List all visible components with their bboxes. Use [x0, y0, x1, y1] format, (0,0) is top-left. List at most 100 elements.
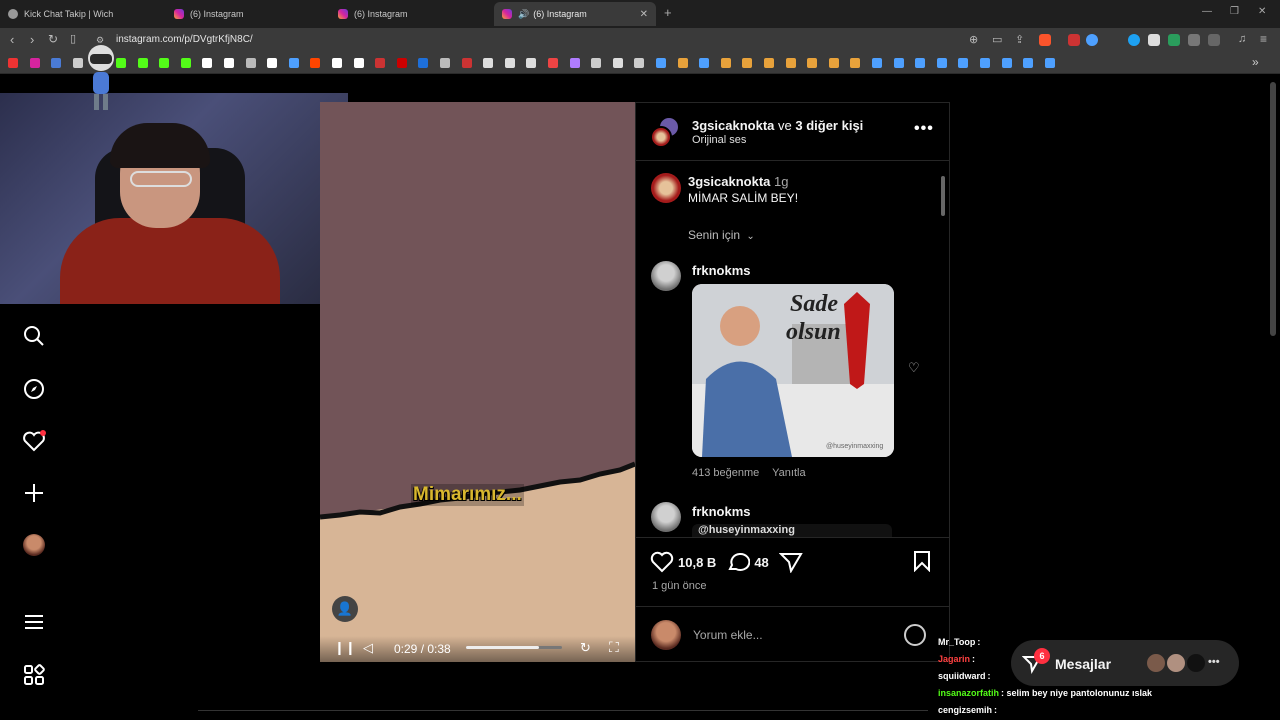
bookmark-icon[interactable] — [958, 58, 969, 68]
video-progress-bar[interactable] — [466, 646, 562, 649]
tab-instagram-active[interactable]: 🔊 (6) Instagram ✕ — [494, 2, 656, 26]
also-from-meta-icon[interactable] — [22, 663, 46, 687]
header-user-link[interactable]: 3gsicaknokta — [692, 118, 774, 133]
bookmark-icon[interactable] — [612, 58, 623, 68]
bookmark-icon[interactable] — [699, 58, 710, 68]
comment-username[interactable]: frknokms — [692, 263, 751, 278]
bookmark-icon[interactable] — [1001, 58, 1012, 68]
bookmark-icon[interactable] — [353, 58, 364, 68]
profile-avatar[interactable] — [22, 533, 46, 557]
volume-icon[interactable]: ◁ — [363, 640, 373, 656]
url-input[interactable]: instagram.com/p/DVgtrKfjN8C/ — [116, 34, 253, 45]
explore-compass-icon[interactable] — [22, 377, 46, 401]
zoom-icon[interactable]: ⊕ — [969, 33, 978, 46]
menu-icon[interactable]: ≡ — [1260, 32, 1267, 46]
share-send-icon[interactable] — [778, 551, 803, 573]
audio-link[interactable]: Orijinal ses — [692, 134, 746, 146]
bookmark-icon[interactable] — [526, 58, 537, 68]
emoji-icon[interactable] — [904, 624, 926, 646]
bookmark-icon[interactable] — [440, 58, 450, 68]
bookmark-icon[interactable] — [936, 58, 947, 68]
bookmark-icon[interactable] — [418, 58, 429, 68]
replay-icon[interactable]: ↻ — [580, 640, 591, 656]
more-bookmarks-icon[interactable]: » — [1252, 55, 1259, 69]
bookmark-icon[interactable] — [850, 58, 861, 68]
bookmark-icon[interactable] — [872, 58, 882, 68]
commenter-avatar[interactable] — [651, 502, 681, 532]
more-conversations-icon[interactable]: ••• — [1208, 656, 1220, 668]
bookmark-page-icon[interactable]: ▯ — [70, 32, 76, 45]
tab-instagram-1[interactable]: (6) Instagram — [166, 2, 328, 26]
more-options-icon[interactable]: ••• — [914, 120, 934, 138]
minimize-icon[interactable]: — — [1202, 6, 1212, 17]
comment-bubble-icon[interactable] — [726, 551, 751, 573]
bookmark-icon[interactable] — [548, 58, 558, 68]
bookmark-icon[interactable] — [310, 58, 321, 68]
like-heart-icon[interactable] — [650, 551, 674, 573]
new-tab-button[interactable]: + — [664, 5, 672, 20]
extension-icon[interactable] — [1148, 34, 1160, 46]
post-header-users[interactable]: 3gsicaknokta ve 3 diğer kişi — [692, 118, 863, 133]
extension-icon[interactable] — [1086, 34, 1098, 46]
like-count[interactable]: 10,8 B — [678, 555, 716, 570]
bookmark-icon[interactable] — [893, 58, 904, 68]
bookmark-icon[interactable] — [742, 58, 753, 68]
bookmark-icon[interactable] — [180, 58, 191, 68]
search-icon[interactable] — [22, 324, 46, 348]
pause-icon[interactable]: ❙❙ — [334, 640, 356, 656]
save-bookmark-icon[interactable] — [912, 550, 932, 572]
bookmark-icon[interactable] — [332, 58, 342, 68]
more-menu-icon[interactable] — [22, 610, 46, 634]
share-icon[interactable]: ⇪ — [1015, 33, 1024, 46]
comment-like-heart-icon[interactable]: ♡ — [908, 360, 920, 376]
bookmark-icon[interactable] — [137, 58, 148, 68]
close-tab-icon[interactable]: ✕ — [640, 9, 648, 20]
bookmark-icon[interactable] — [828, 58, 839, 68]
bookmark-icon[interactable] — [807, 58, 818, 68]
extension-icon[interactable] — [1128, 34, 1140, 46]
bookmark-icon[interactable] — [483, 58, 494, 68]
media-icon[interactable]: ♫ — [1238, 33, 1246, 45]
bookmark-icon[interactable] — [1044, 58, 1055, 68]
reel-video[interactable] — [320, 102, 635, 662]
bookmark-icon[interactable] — [591, 58, 602, 68]
comment-preview[interactable]: @huseyinmaxxing — [692, 524, 892, 538]
extension-icon[interactable] — [1068, 34, 1080, 46]
comments-scrollbar[interactable] — [940, 170, 946, 532]
bookmark-icon[interactable] — [375, 58, 386, 68]
tagged-users-icon[interactable]: 👤 — [332, 596, 358, 622]
comment-input[interactable]: Yorum ekle... — [693, 628, 763, 642]
caption-user-avatar[interactable] — [651, 173, 681, 203]
scroll-thumb[interactable] — [941, 176, 945, 216]
page-scrollbar[interactable] — [1270, 82, 1276, 336]
bookmark-icon[interactable] — [288, 58, 299, 68]
notifications-heart-icon[interactable] — [22, 429, 46, 453]
bookmark-icon[interactable] — [504, 58, 515, 68]
bookmark-icon[interactable] — [72, 58, 83, 68]
bookmark-icon[interactable] — [245, 58, 256, 68]
caption-username[interactable]: 3gsicaknokta — [688, 174, 770, 189]
bookmark-icon[interactable] — [396, 58, 407, 68]
bookmark-icon[interactable] — [202, 58, 213, 68]
maximize-icon[interactable]: ❐ — [1230, 6, 1239, 17]
header-others-link[interactable]: 3 diğer kişi — [795, 118, 863, 133]
bookmark-icon[interactable] — [720, 58, 731, 68]
bookmark-icon[interactable] — [677, 58, 688, 68]
tab-kick-chat[interactable]: Kick Chat Takip | Wich — [0, 2, 164, 26]
bookmark-icon[interactable] — [224, 58, 234, 68]
close-window-icon[interactable]: ✕ — [1258, 6, 1266, 17]
bookmark-icon[interactable] — [159, 58, 170, 68]
post-owner-avatar[interactable] — [650, 116, 682, 148]
bookmark-icon[interactable] — [29, 58, 40, 68]
comment-sort-dropdown[interactable]: Senin için ⌄ — [688, 228, 755, 242]
brave-shield-icon[interactable] — [1039, 34, 1051, 46]
bookmark-icon[interactable] — [764, 58, 774, 68]
extensions-puzzle-icon[interactable] — [1188, 34, 1200, 46]
comment-username[interactable]: frknokms — [692, 504, 751, 519]
create-plus-icon[interactable] — [22, 481, 46, 505]
back-icon[interactable]: ‹ — [10, 32, 14, 47]
bookmark-icon[interactable] — [51, 58, 62, 68]
reply-link[interactable]: Yanıtla — [772, 467, 805, 479]
commenter-avatar[interactable] — [651, 261, 681, 291]
bookmark-icon[interactable] — [569, 58, 580, 68]
